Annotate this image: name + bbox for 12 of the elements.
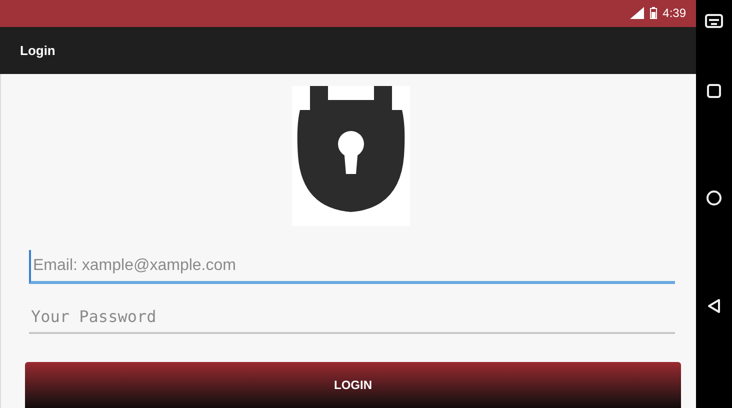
battery-icon xyxy=(650,7,657,20)
screen-title: Login xyxy=(20,42,56,58)
login-button[interactable]: LOGIN xyxy=(25,362,681,408)
recents-icon[interactable] xyxy=(707,84,721,98)
padlock-icon xyxy=(292,86,410,226)
email-field[interactable]: Email: xample@xample.com xyxy=(29,250,675,284)
password-field[interactable]: Your Password xyxy=(29,300,675,334)
home-icon[interactable] xyxy=(706,190,722,206)
keyboard-icon[interactable] xyxy=(705,14,723,30)
clock-time: 4:39 xyxy=(662,6,686,20)
back-icon[interactable] xyxy=(707,298,721,314)
signal-icon xyxy=(630,7,644,20)
